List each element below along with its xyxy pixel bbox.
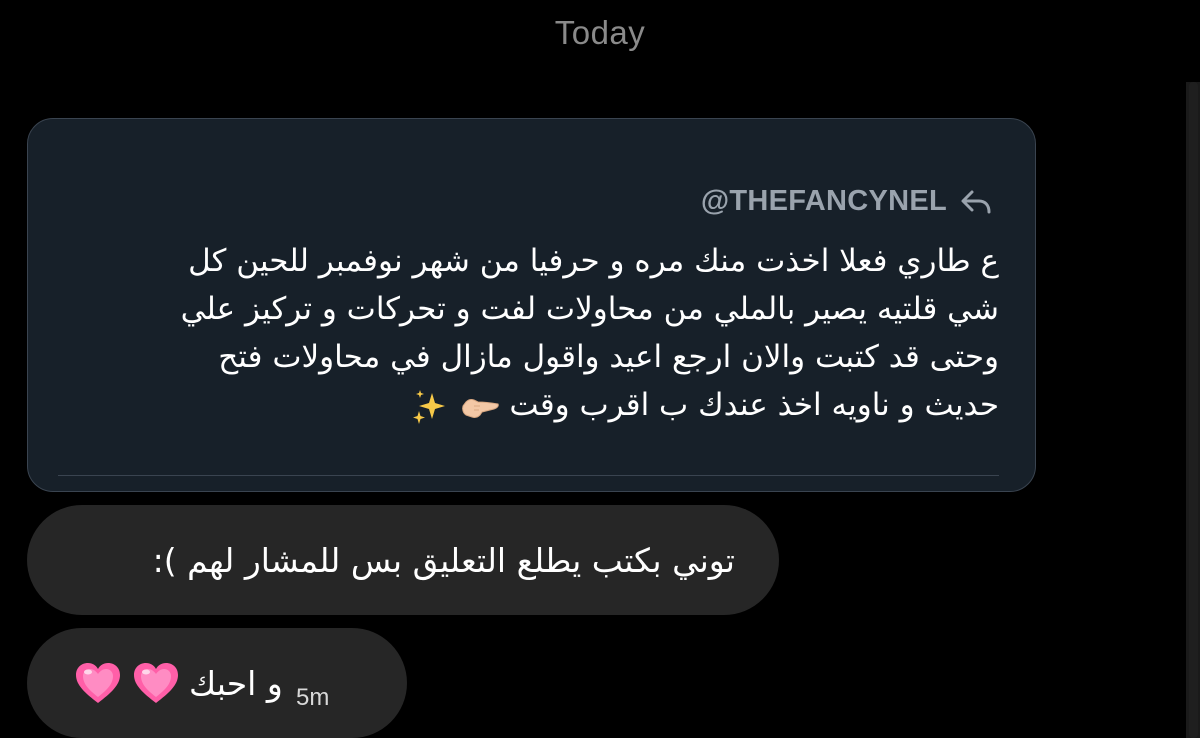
quote-line: وحتى قد كتبت والان ارجع اعيد واقول مازال… — [218, 339, 999, 375]
scrollbar-thumb[interactable] — [1189, 82, 1198, 738]
scrollbar[interactable] — [1186, 82, 1200, 738]
message-text: و احبك — [189, 663, 283, 703]
quote-text: ع طاري فعلا اخذت منك مره و حرفيا من شهر … — [99, 237, 999, 429]
message-bubble[interactable]: و احبك — [27, 628, 407, 738]
sparkles-icon — [412, 389, 445, 424]
message-bubble[interactable]: توني بكتب يطلع التعليق بس للمشار لهم ): — [27, 505, 779, 615]
quote-line: ع طاري فعلا اخذت منك مره و حرفيا من شهر … — [188, 243, 999, 279]
date-header: Today — [554, 14, 646, 51]
reply-icon — [961, 190, 991, 213]
quote-author-name: @THEFANCYNEL — [700, 185, 947, 217]
message-text: توني بكتب يطلع التعليق بس للمشار لهم ): — [152, 540, 735, 580]
pink-heart-icon — [134, 663, 178, 703]
quoted-message-card[interactable]: @THEFANCYNEL ع طاري فعلا اخذت منك مره و … — [27, 118, 1036, 492]
quote-line: حديث و ناويه اخذ عندك ب اقرب وقت — [509, 387, 999, 423]
message-text-row: و احبك — [73, 660, 283, 706]
pink-heart-icon — [76, 663, 120, 703]
quote-line-last: حديث و ناويه اخذ عندك ب اقرب وقت — [99, 381, 999, 429]
pointing-hand-icon — [461, 398, 499, 418]
quote-author: @THEFANCYNEL — [701, 185, 993, 218]
quote-line: شي قلتيه يصير بالملي من محاولات لفت و تح… — [180, 291, 999, 327]
message-timestamp: 5m — [296, 684, 330, 711]
quote-divider — [58, 475, 999, 476]
